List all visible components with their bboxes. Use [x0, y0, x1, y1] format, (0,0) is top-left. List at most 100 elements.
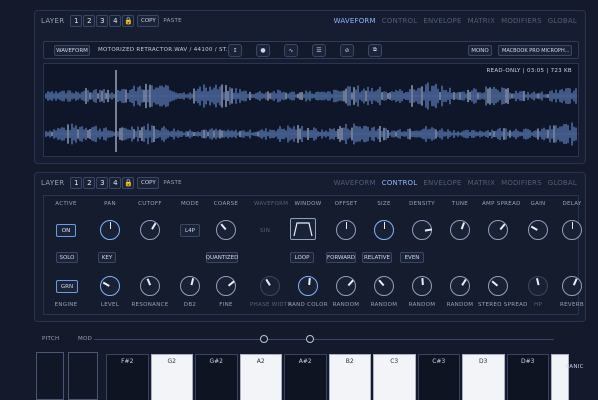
control-panel: LAYER 1 2 3 4 🔒 COPY PASTE WAVEFORM CONT… [34, 172, 586, 322]
knob-bottom-6[interactable] [298, 276, 318, 296]
tab-global[interactable]: GLOBAL [548, 179, 577, 187]
key-label: F#2 [121, 358, 134, 365]
key-button[interactable]: KEY [98, 252, 116, 263]
black-key[interactable]: D#3 [506, 354, 549, 400]
copy-file-icon[interactable]: ⧉ [368, 44, 382, 57]
layer-3-button[interactable]: 3 [96, 15, 109, 27]
top-label: WINDOW [294, 201, 322, 207]
black-key[interactable]: A#2 [284, 354, 327, 400]
knob-bottom-12[interactable] [528, 276, 548, 296]
quantized-button[interactable]: QUANTIZED [206, 252, 238, 263]
waveform-display[interactable]: READ-ONLY | 03:05 | 723 KB [43, 63, 580, 157]
active-on-toggle[interactable]: ON [56, 224, 76, 237]
layer-2-button[interactable]: 2 [83, 15, 96, 27]
black-key[interactable]: G#2 [195, 354, 238, 400]
layer-4-button[interactable]: 4 [109, 177, 122, 189]
shield-icon[interactable]: ☰ [312, 44, 326, 57]
knob-bottom-13[interactable] [562, 276, 582, 296]
tab-matrix[interactable]: MATRIX [468, 17, 495, 25]
waveform-edit-icon[interactable]: ∿ [284, 44, 298, 57]
knob-top-11[interactable] [488, 220, 508, 240]
knob-bottom-5[interactable] [260, 276, 280, 296]
layer-3-button[interactable]: 3 [96, 177, 109, 189]
mod-slider-handle-1[interactable] [260, 335, 268, 343]
waveform-source-button[interactable]: WAVEFORM [54, 45, 90, 56]
white-key[interactable]: B2 [328, 354, 371, 400]
knob-bottom-3[interactable] [180, 276, 200, 296]
window-shape-display[interactable] [290, 218, 316, 240]
knob-bottom-9[interactable] [412, 276, 432, 296]
knob-bottom-4[interactable] [216, 276, 236, 296]
paste-button[interactable]: PASTE [163, 180, 182, 186]
knob-top-10[interactable] [450, 220, 470, 240]
download-icon[interactable]: ↧ [228, 44, 242, 57]
knob-top-4[interactable] [216, 220, 236, 240]
tab-matrix[interactable]: MATRIX [468, 179, 495, 187]
tab-control[interactable]: CONTROL [382, 17, 418, 25]
layer-4-button[interactable]: 4 [109, 15, 122, 27]
tab-modifiers[interactable]: MODIFIERS [501, 17, 542, 25]
white-key[interactable]: A2 [239, 354, 282, 400]
layer-1-button[interactable]: 1 [70, 177, 83, 189]
knob-bottom-10[interactable] [450, 276, 470, 296]
copy-button[interactable]: COPY [137, 15, 160, 27]
relative-button[interactable]: RELATIVE [362, 252, 392, 263]
knob-top-13[interactable] [562, 220, 582, 240]
loop-button[interactable]: LOOP [290, 252, 314, 263]
lock-icon[interactable]: 🔒 [122, 177, 135, 189]
tab-global[interactable]: GLOBAL [548, 17, 577, 25]
pitch-wheel[interactable] [36, 352, 64, 400]
layer-1-button[interactable]: 1 [70, 15, 83, 27]
top-label: MODE [181, 201, 199, 207]
knob-indicator [535, 278, 539, 286]
knob-top-1[interactable] [100, 220, 120, 240]
knob-bottom-2[interactable] [140, 276, 160, 296]
bottom-label: REVERB [560, 302, 584, 308]
knob-top-8[interactable] [374, 220, 394, 240]
black-key[interactable]: C#3 [417, 354, 460, 400]
knob-top-12[interactable] [528, 220, 548, 240]
mod-slider[interactable] [94, 339, 554, 340]
tab-control[interactable]: CONTROL [382, 179, 418, 187]
record-icon[interactable]: ● [256, 44, 270, 57]
forward-button[interactable]: FORWARD [326, 252, 356, 263]
key-label: A2 [256, 358, 265, 365]
knob-bottom-1[interactable] [100, 276, 120, 296]
mono-button[interactable]: MONO [468, 45, 492, 56]
top-label: TUNE [451, 201, 469, 207]
white-key[interactable]: G2 [150, 354, 193, 400]
even-button[interactable]: EVEN [400, 252, 424, 263]
tab-waveform[interactable]: WAVEFORM [334, 17, 376, 25]
keyboard-area: PITCH MOD F#2 G2 G#2 A2 A#2 B2 C3 C#3 D3 D#3 PANI… [34, 330, 598, 400]
engine-grn-select[interactable]: GRN [56, 280, 78, 293]
tab-waveform[interactable]: WAVEFORM [334, 179, 376, 187]
paste-button[interactable]: PASTE [163, 18, 182, 24]
white-key[interactable]: D3 [462, 354, 505, 400]
bottom-label: DB2 [183, 302, 197, 308]
panic-button[interactable]: PANIC [566, 364, 584, 370]
mod-wheel[interactable] [68, 352, 98, 400]
copy-button[interactable]: COPY [137, 177, 160, 189]
knob-top-7[interactable] [336, 220, 356, 240]
tab-modifiers[interactable]: MODIFIERS [501, 179, 542, 187]
tab-envelope[interactable]: ENVELOPE [423, 179, 461, 187]
solo-button[interactable]: SOLO [56, 252, 78, 263]
knob-top-9[interactable] [412, 220, 432, 240]
tab-envelope[interactable]: ENVELOPE [423, 17, 461, 25]
mod-slider-handle-2[interactable] [306, 335, 314, 343]
bottom-label: RANDOM [332, 302, 360, 308]
filter-mode-select[interactable]: L4P [180, 224, 200, 237]
knob-top-2[interactable] [140, 220, 160, 240]
lock-icon[interactable]: 🔒 [122, 15, 135, 27]
knob-indicator [219, 223, 226, 231]
knob-indicator [490, 280, 498, 287]
link-icon[interactable]: ⊘ [340, 44, 354, 57]
knob-bottom-8[interactable] [374, 276, 394, 296]
white-key[interactable] [551, 354, 569, 400]
knob-bottom-7[interactable] [336, 276, 356, 296]
black-key[interactable]: F#2 [106, 354, 149, 400]
layer-2-button[interactable]: 2 [83, 177, 96, 189]
input-device-select[interactable]: MACBOOK PRO MICROPH... [498, 45, 572, 56]
white-key[interactable]: C3 [373, 354, 416, 400]
knob-bottom-11[interactable] [488, 276, 508, 296]
